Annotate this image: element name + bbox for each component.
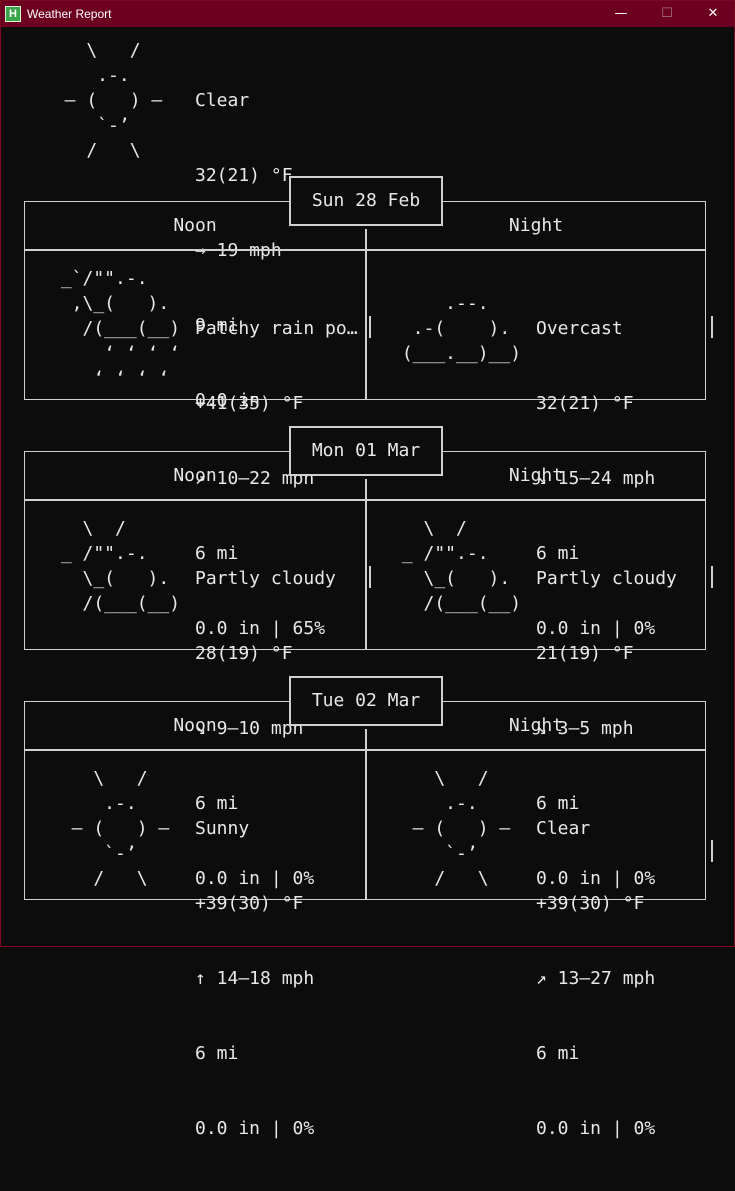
noon-condition: Partly cloudy	[195, 568, 336, 589]
forecast-day-mon: Mon 01 Mar Noon Night \ / _ /"".-. \_( )…	[24, 426, 713, 889]
noon-condition: Sunny	[195, 818, 250, 839]
terminal-output: \ / .-. ― ( ) ― `-’ / \ Clear 32(21) °F …	[1, 27, 734, 1139]
night-visibility: 6 mi	[536, 1043, 580, 1064]
night-weather-art: \ / _ /"".-. \_( ). /(___(__)	[401, 518, 522, 614]
noon-wind: ↑ 14–18 mph	[195, 968, 315, 989]
current-weather-art: \ / .-. ― ( ) ― `-’ / \	[64, 40, 163, 161]
current-temperature: 32(21) °F	[195, 165, 293, 186]
night-weather-art: \ / .-. ― ( ) ― `-’ / \	[412, 768, 511, 889]
overflow-bar	[711, 566, 713, 588]
period-label-noon: Noon	[173, 715, 217, 736]
column-divider	[365, 479, 367, 649]
night-condition: Clear	[536, 818, 591, 839]
maximize-button[interactable]: ☐	[644, 1, 690, 27]
noon-weather-info: Sunny +39(30) °F ↑ 14–18 mph 6 mi 0.0 in…	[195, 766, 314, 1191]
night-wind: ↗ 13–27 mph	[536, 968, 656, 989]
night-weather-art: .--. .-( ). (___.__)__)	[401, 293, 522, 364]
period-label-night: Night	[508, 715, 564, 736]
column-divider	[365, 729, 367, 899]
terminal-app-icon: H	[5, 6, 21, 22]
noon-condition: Patchy rain po…	[195, 318, 358, 339]
terminal-window: H Weather Report — ☐ ✕ \ / .-. ― ( ) ― `…	[0, 0, 735, 1139]
period-label-noon: Noon	[173, 215, 217, 236]
forecast-day-sun: Sun 28 Feb Noon Night _`/"".-. ,\_( ). /…	[24, 176, 713, 639]
title-bar[interactable]: H Weather Report — ☐ ✕	[1, 1, 734, 27]
noon-weather-art: \ / _ /"".-. \_( ). /(___(__)	[60, 518, 181, 614]
noon-precipitation: 0.0 in | 0%	[195, 1118, 315, 1139]
night-condition: Partly cloudy	[536, 568, 677, 589]
night-temperature: +39(30) °F	[536, 893, 645, 914]
period-label-noon: Noon	[173, 465, 217, 486]
current-condition: Clear	[195, 90, 250, 111]
column-divider	[365, 229, 367, 399]
night-temperature: 21(19) °F	[536, 643, 634, 664]
noon-weather-art: _`/"".-. ,\_( ). /(___(__) ‘ ‘ ‘ ‘ ‘ ‘ ‘…	[60, 268, 181, 389]
night-condition: Overcast	[536, 318, 623, 339]
noon-temperature: +39(30) °F	[195, 893, 304, 914]
noon-visibility: 6 mi	[195, 1043, 239, 1064]
night-temperature: 32(21) °F	[536, 393, 634, 414]
noon-weather-art: \ / .-. ― ( ) ― `-’ / \	[71, 768, 170, 889]
overflow-bar	[711, 316, 713, 338]
minimize-button[interactable]: —	[598, 1, 644, 27]
window-title: Weather Report	[27, 7, 112, 21]
overflow-bar	[369, 566, 371, 588]
night-weather-info: Clear +39(30) °F ↗ 13–27 mph 6 mi 0.0 in…	[536, 766, 655, 1191]
period-label-night: Night	[508, 215, 564, 236]
overflow-bar	[369, 316, 371, 338]
period-label-night: Night	[508, 465, 564, 486]
noon-temperature: 28(19) °F	[195, 643, 293, 664]
noon-temperature: +41(35) °F	[195, 393, 304, 414]
overflow-bar	[711, 840, 713, 862]
close-button[interactable]: ✕	[690, 1, 735, 27]
forecast-day-tue: Tue 02 Mar Noon Night \ / .-. ― ( ) ― `-…	[24, 676, 713, 1139]
night-precipitation: 0.0 in | 0%	[536, 1118, 656, 1139]
